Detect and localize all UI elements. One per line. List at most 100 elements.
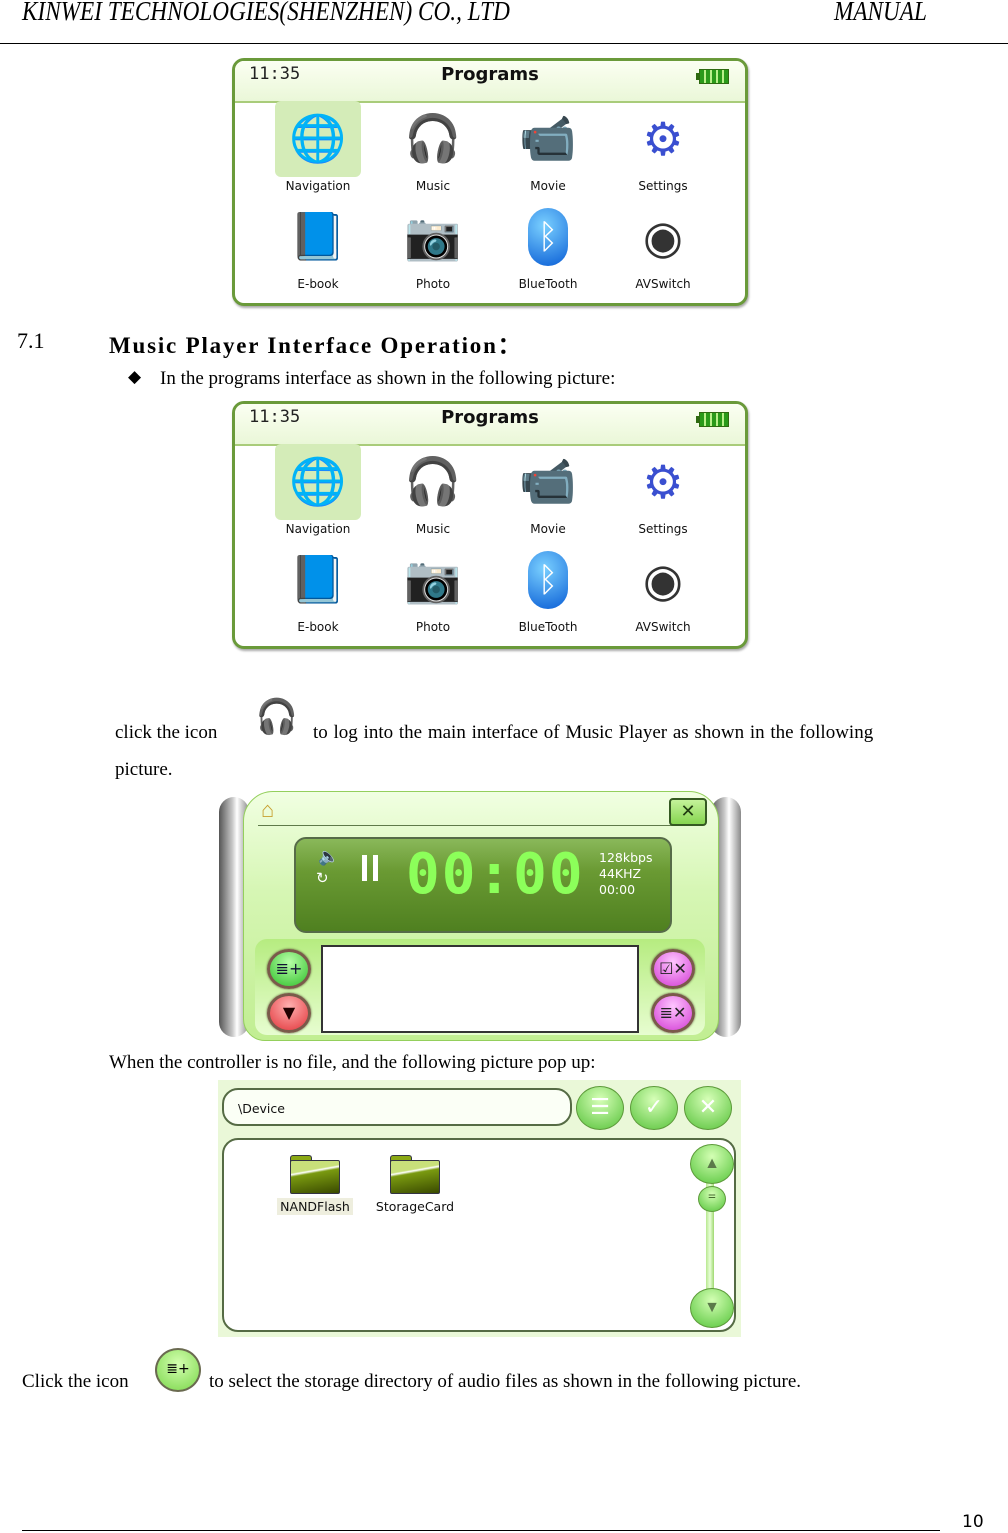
- lcd-display: 🔈 ↻ 00:00 128kbps 44KHZ 00:00: [294, 837, 672, 933]
- pause-icon[interactable]: [362, 855, 378, 881]
- program-label: E-book: [297, 277, 339, 291]
- dome-camera-icon: ◉: [642, 555, 684, 606]
- program-label: BlueTooth: [518, 277, 578, 291]
- track-info: 128kbps 44KHZ 00:00: [599, 850, 652, 898]
- video-camera-icon: 📹: [519, 456, 577, 507]
- programs-title: Programs: [441, 407, 539, 428]
- headphones-music-icon: 🎧: [404, 113, 462, 164]
- program-label: Navigation: [285, 179, 351, 193]
- program-label: Photo: [415, 277, 451, 291]
- path-field[interactable]: \Device: [222, 1088, 572, 1126]
- paragraph3-before-icon: Click the icon: [22, 1371, 129, 1392]
- program-label: Photo: [415, 620, 451, 634]
- program-bluetooth[interactable]: ᛒ BlueTooth: [503, 199, 593, 291]
- close-button[interactable]: ✕: [669, 798, 707, 826]
- repeat-icon[interactable]: ↻: [316, 869, 329, 888]
- list-view-button[interactable]: ☰: [576, 1086, 624, 1130]
- folder-nandflash[interactable]: NANDFlash: [265, 1155, 365, 1216]
- folder-storagecard[interactable]: StorageCard: [365, 1155, 465, 1216]
- top-divider: [258, 825, 703, 826]
- program-bluetooth[interactable]: ᛒ BlueTooth: [503, 542, 593, 634]
- program-movie[interactable]: 📹 Movie: [503, 444, 593, 536]
- header-doc-type: MANUAL: [834, 0, 927, 26]
- diamond-bullet-icon: ◆: [128, 367, 142, 386]
- program-label: AVSwitch: [635, 620, 691, 634]
- program-photo[interactable]: 📷 Photo: [388, 542, 478, 634]
- elapsed-time: 00:00: [406, 842, 585, 907]
- folder-icon: [290, 1155, 340, 1194]
- paragraph1-continuation: picture.: [115, 759, 173, 780]
- program-label: Movie: [530, 522, 566, 536]
- bluetooth-glyph: ᛒ: [528, 551, 568, 609]
- battery-full-icon: [696, 69, 729, 84]
- folder-icon: [390, 1155, 440, 1194]
- program-navigation[interactable]: 🌐 Navigation: [273, 101, 363, 193]
- paragraph3-after-icon: to select the storage directory of audio…: [209, 1371, 802, 1392]
- header-company: KINWEI TECHNOLOGIES(SHENZHEN) CO., LTD: [22, 0, 510, 26]
- programs-screenshot-1: 11:35 Programs 🌐 Navigation 🎧 Music 📹 Movie ⚙ S…: [232, 58, 748, 306]
- playlist-box[interactable]: [321, 945, 639, 1033]
- program-label: Music: [415, 522, 451, 536]
- program-label: BlueTooth: [518, 620, 578, 634]
- globe-icon: 🌐: [275, 101, 361, 177]
- move-down-button[interactable]: ▼: [267, 993, 311, 1033]
- sample-rate: 44KHZ: [599, 866, 642, 881]
- program-e-book[interactable]: 📘 E-book: [273, 199, 363, 291]
- music-icon-inline: 🎧: [255, 699, 299, 736]
- programs-title-bar: 11:35 Programs: [235, 61, 745, 103]
- gear-wrench-icon: ⚙: [642, 457, 684, 508]
- folder-label: StorageCard: [375, 1199, 455, 1214]
- program-label: AVSwitch: [635, 277, 691, 291]
- paragraph1-after-icon: to log into the main interface of Music …: [313, 722, 874, 743]
- camera-icon: 📷: [404, 554, 462, 605]
- program-settings[interactable]: ⚙ Settings: [618, 101, 708, 193]
- music-player-screenshot: ⌂ ✕ 🔈 ↻ 00:00 128kbps 44KHZ 00:00 ≣+ ▼ ☑…: [217, 789, 743, 1043]
- program-movie[interactable]: 📹 Movie: [503, 101, 593, 193]
- section-title: Music Player Interface Operation：: [109, 333, 523, 358]
- program-settings[interactable]: ⚙ Settings: [618, 444, 708, 536]
- bluetooth-icon: ᛒ: [505, 542, 591, 618]
- program-avswitch[interactable]: ◉ AVSwitch: [618, 199, 708, 291]
- scrollbar-thumb[interactable]: =: [698, 1186, 726, 1212]
- delete-all-button[interactable]: ≣✕: [651, 993, 695, 1033]
- speaker-icon[interactable]: 🔈: [318, 847, 339, 867]
- programs-title: Programs: [441, 64, 539, 85]
- program-photo[interactable]: 📷 Photo: [388, 199, 478, 291]
- dome-camera-icon: ◉: [642, 212, 684, 263]
- bluetooth-icon: ᛒ: [505, 199, 591, 275]
- program-avswitch[interactable]: ◉ AVSwitch: [618, 542, 708, 634]
- bluetooth-glyph: ᛒ: [528, 208, 568, 266]
- home-icon[interactable]: ⌂: [261, 797, 274, 823]
- folder-label: NANDFlash: [277, 1198, 353, 1215]
- camera-icon: 📷: [404, 211, 462, 262]
- gear-wrench-icon: ⚙: [642, 114, 684, 165]
- scroll-down-button[interactable]: ▼: [690, 1288, 734, 1328]
- program-label: Settings: [638, 522, 688, 536]
- add-list-icon-inline: ≣+: [155, 1348, 201, 1392]
- program-e-book[interactable]: 📘 E-book: [273, 542, 363, 634]
- add-list-button[interactable]: ≣+: [267, 949, 311, 989]
- program-music[interactable]: 🎧 Music: [388, 444, 478, 536]
- confirm-button[interactable]: ✓: [630, 1086, 678, 1130]
- program-label: Music: [415, 179, 451, 193]
- scroll-up-button[interactable]: ▲: [690, 1144, 734, 1184]
- program-label: E-book: [297, 620, 339, 634]
- video-camera-icon: 📹: [519, 113, 577, 164]
- program-navigation[interactable]: 🌐 Navigation: [273, 444, 363, 536]
- cancel-button[interactable]: ✕: [684, 1086, 732, 1130]
- programs-screenshot-2: 11:35 Programs 🌐 Navigation 🎧 Music 📹 Movie ⚙ S…: [232, 401, 748, 649]
- bullet-text: In the programs interface as shown in th…: [160, 368, 616, 389]
- book-magnifier-icon: 📘: [289, 554, 347, 605]
- headphones-music-icon: 🎧: [404, 456, 462, 507]
- globe-icon: 🌐: [275, 444, 361, 520]
- delete-checked-button[interactable]: ☑✕: [651, 949, 695, 989]
- program-music[interactable]: 🎧 Music: [388, 101, 478, 193]
- program-label: Settings: [638, 179, 688, 193]
- program-label: Movie: [530, 179, 566, 193]
- paragraph1-before-icon: click the icon: [115, 722, 218, 743]
- footer-rule: [22, 1530, 940, 1531]
- page-number: 10: [962, 1512, 984, 1532]
- header-rule: [0, 43, 1008, 44]
- section-number: 7.1: [17, 328, 45, 353]
- book-magnifier-icon: 📘: [289, 211, 347, 262]
